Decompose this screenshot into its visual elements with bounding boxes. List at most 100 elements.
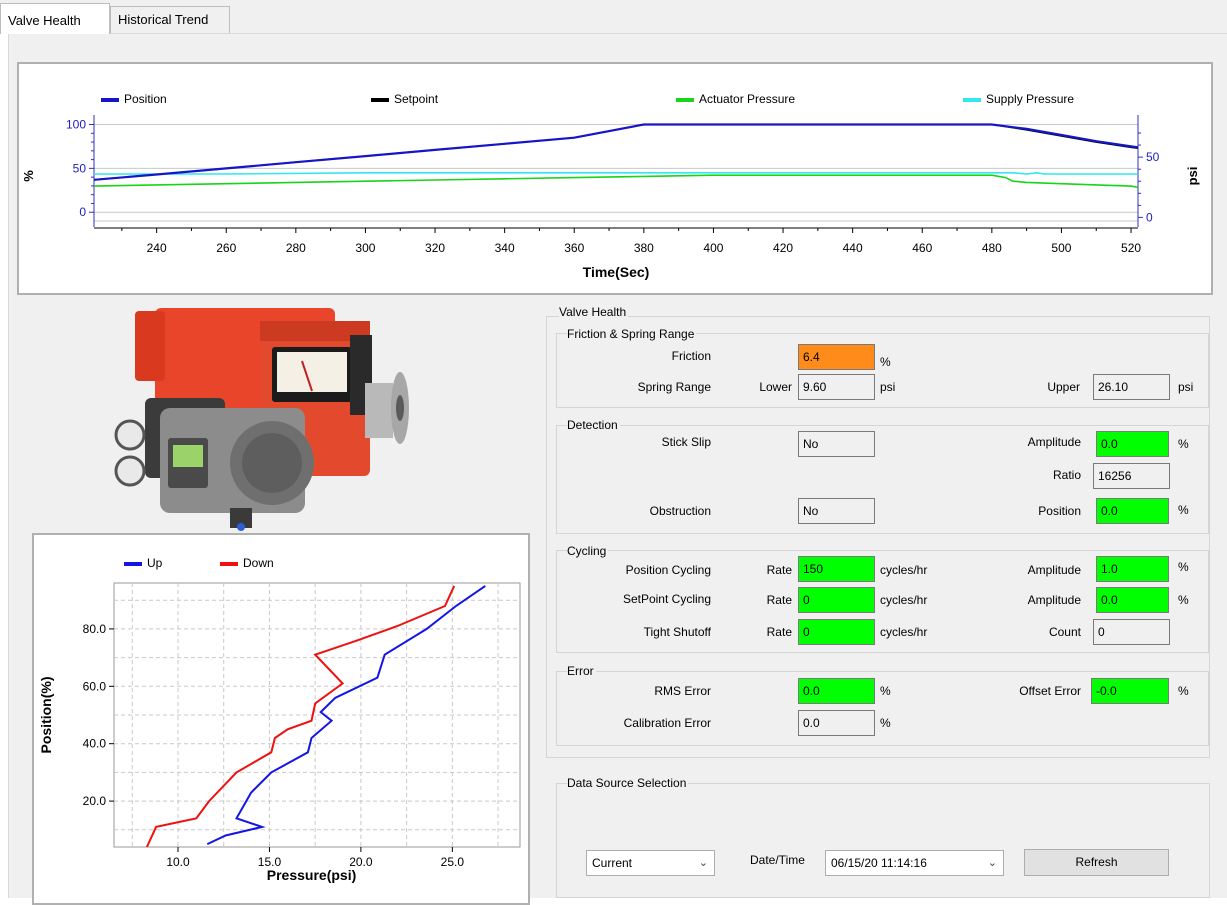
detection-amplitude-label: Amplitude — [1027, 435, 1081, 449]
chevron-down-icon: ⌄ — [987, 857, 997, 869]
position-cycling-rate-label: Rate — [766, 563, 792, 577]
stick-slip-field: No — [798, 431, 875, 457]
pressure-gauge-1 — [114, 419, 146, 451]
trend-series-setpoint — [93, 123, 1139, 181]
pressure-y-tick-label: 60.0 — [83, 679, 107, 693]
valve-positioner-image — [114, 308, 409, 531]
legend-label-setpoint: Setpoint — [394, 92, 439, 106]
pressure-y-tick-label: 20.0 — [83, 794, 107, 808]
data-source-title: Data Source Selection — [567, 776, 689, 790]
detection-amplitude-unit: % — [1178, 437, 1189, 451]
trend-x-tick-label: 280 — [286, 241, 306, 255]
detection-amplitude-field: 0.0 — [1096, 431, 1169, 457]
valve-flange-bore — [396, 395, 404, 421]
trend-right-axis-label: psi — [1185, 167, 1200, 186]
spring-upper-label: Upper — [1047, 380, 1080, 394]
trend-x-tick-label: 340 — [495, 241, 515, 255]
stick-slip-label: Stick Slip — [661, 435, 711, 449]
legend-swatch-supply — [963, 97, 981, 102]
trend-x-tick-label: 300 — [355, 241, 375, 255]
spring-lower-label: Lower — [759, 380, 792, 394]
setpoint-cycling-amplitude-field: 0.0 — [1096, 587, 1169, 613]
friction-field: 6.4 — [798, 344, 875, 370]
position-cycling-label: Position Cycling — [625, 563, 711, 577]
trend-x-tick-label: 520 — [1121, 241, 1141, 255]
pressure-position-chart: 10.0 15.0 20.0 25.080.060.040.020.0Pressure… — [38, 582, 521, 883]
trend-x-tick-label: 440 — [843, 241, 863, 255]
trend-right-tick-label: 0 — [1146, 210, 1153, 224]
spring-range-label: Spring Range — [637, 380, 711, 394]
position-cycling-rate-unit: cycles/hr — [880, 563, 928, 577]
data-source-select[interactable]: Current ⌄ — [586, 850, 715, 876]
data-source-select-value: Current — [592, 856, 633, 870]
chevron-down-icon: ⌄ — [698, 857, 708, 869]
pressure-x-tick-label: 10.0 — [166, 855, 190, 869]
detection-position-label: Position — [1038, 504, 1081, 518]
position-cycling-amplitude-unit: % — [1178, 560, 1189, 574]
trend-x-axis-label: Time(Sec) — [583, 264, 650, 280]
offset-error-unit: % — [1178, 684, 1189, 698]
spring-lower-field: 9.60 — [798, 374, 875, 400]
trend-series-supply-pressure — [94, 171, 1138, 175]
calibration-error-unit: % — [880, 716, 891, 730]
setpoint-cycling-rate-field: 0 — [798, 587, 875, 613]
legend-down: Down — [220, 556, 274, 570]
detection-position-unit: % — [1178, 503, 1189, 517]
trend-x-tick-label: 260 — [216, 241, 236, 255]
trend-x-tick-label: 460 — [912, 241, 932, 255]
refresh-button[interactable]: Refresh — [1024, 849, 1169, 876]
setpoint-cycling-label: SetPoint Cycling — [622, 592, 711, 606]
tight-shutoff-count-label: Count — [1048, 625, 1081, 639]
legend-swatch-position — [101, 97, 119, 102]
friction-label: Friction — [671, 349, 711, 363]
datetime-select-value: 06/15/20 11:14:16 — [831, 856, 927, 870]
friction-spring-title: Friction & Spring Range — [567, 327, 697, 341]
ratio-label: Ratio — [1052, 468, 1081, 482]
spring-upper-field: 26.10 — [1093, 374, 1170, 400]
legend-swatch-actuator — [676, 97, 694, 102]
datetime-select[interactable]: 06/15/20 11:14:16 ⌄ — [825, 850, 1004, 876]
setpoint-cycling-rate-label: Rate — [766, 593, 792, 607]
trend-x-tick-label: 480 — [982, 241, 1002, 255]
trend-left-tick-label: 50 — [73, 161, 87, 175]
legend-supply-pressure: Supply Pressure — [963, 92, 1074, 106]
cycling-title: Cycling — [567, 544, 609, 558]
trend-left-tick-label: 0 — [79, 205, 86, 219]
setpoint-cycling-amplitude-label: Amplitude — [1027, 593, 1081, 607]
tight-shutoff-label: Tight Shutoff — [643, 625, 711, 639]
obstruction-label: Obstruction — [649, 504, 711, 518]
tab-valve-health[interactable]: Valve Health — [0, 3, 110, 34]
position-cycling-rate-field: 150 — [798, 556, 875, 582]
valve-health-title: Valve Health — [559, 305, 629, 319]
trend-x-tick-label: 400 — [703, 241, 723, 255]
legend-up: Up — [124, 556, 162, 570]
datetime-label: Date/Time — [750, 853, 805, 867]
trend-x-tick-label: 500 — [1051, 241, 1071, 255]
trend-x-tick-label: 320 — [425, 241, 445, 255]
positioner-cover-inner — [242, 433, 302, 493]
legend-setpoint: Setpoint — [371, 92, 438, 106]
trend-left-tick-label: 100 — [66, 118, 86, 132]
tight-shutoff-count-field: 0 — [1093, 619, 1170, 645]
position-cycling-amplitude-label: Amplitude — [1027, 563, 1081, 577]
detection-position-field: 0.0 — [1096, 498, 1169, 524]
pressure-y-tick-label: 40.0 — [83, 737, 107, 751]
tight-shutoff-rate-unit: cycles/hr — [880, 625, 928, 639]
setpoint-cycling-amplitude-unit: % — [1178, 593, 1189, 607]
friction-unit: % — [880, 355, 891, 369]
legend-label-actuator: Actuator Pressure — [699, 92, 796, 106]
pressure-y-tick-label: 80.0 — [83, 622, 107, 636]
positioner-connector-port — [237, 523, 245, 531]
trend-x-tick-label: 380 — [634, 241, 654, 255]
pressure-x-tick-label: 25.0 — [441, 855, 465, 869]
actuator-cap — [135, 311, 165, 381]
actuator-gauge-face — [277, 352, 347, 392]
ratio-field: 16256 — [1093, 463, 1170, 489]
trend-series-actuator-pressure — [93, 174, 1139, 189]
data-source-group — [556, 783, 1210, 898]
tab-historical-trend[interactable]: Historical Trend — [110, 6, 230, 33]
positioner-lcd — [173, 445, 203, 467]
legend-position: Position — [101, 92, 167, 106]
setpoint-cycling-rate-unit: cycles/hr — [880, 593, 928, 607]
trend-x-tick-label: 240 — [147, 241, 167, 255]
